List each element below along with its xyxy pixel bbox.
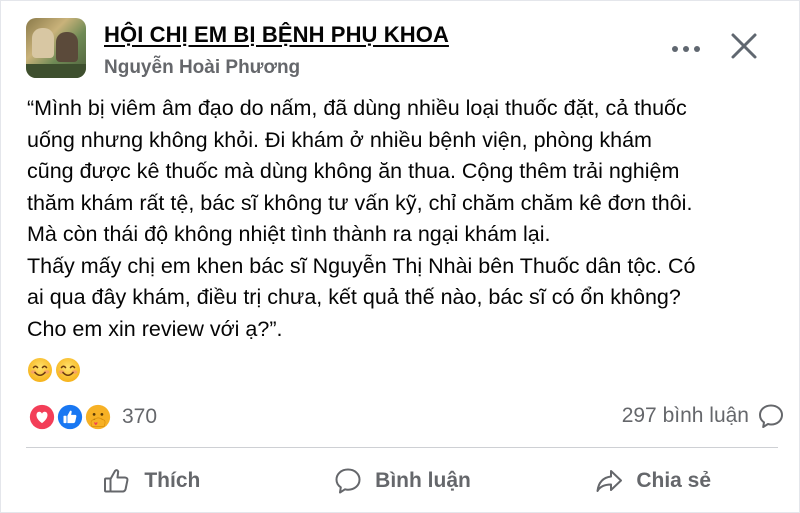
group-name-link[interactable]: HỘI CHỊ EM BỊ BỆNH PHỤ KHOA (104, 22, 449, 48)
comment-count-link[interactable]: 297 bình luận (622, 402, 785, 430)
post-text-line: uống nhưng không khỏi. Đi khám ở nhiều b… (27, 127, 652, 152)
thumbs-up-icon (104, 469, 129, 493)
author-name-link[interactable]: Nguyễn Hoài Phương (104, 57, 300, 79)
like-button[interactable]: Thích (26, 453, 277, 509)
comment-icon (335, 468, 361, 494)
like-reaction-icon (55, 402, 85, 432)
action-bar: Thích Bình luận Chia sẻ (26, 453, 778, 509)
post-text-line: cũng được kê thuốc mà dùng không ăn thua… (27, 159, 680, 183)
love-reaction-icon (27, 402, 57, 432)
close-button[interactable] (727, 29, 761, 63)
reactions-summary[interactable]: 370 (27, 401, 157, 433)
post-text-line: thăm khám rất tệ, bác sĩ không tư vấn kỹ… (27, 190, 693, 215)
care-reaction-icon (83, 402, 113, 432)
post-text-line: ai qua đây khám, điều trị chưa, kết quả … (27, 285, 681, 309)
comment-bubble-icon (759, 404, 783, 428)
post-text: “Mình bị viêm âm đạo do nấm, đã dùng nhi… (27, 93, 787, 345)
share-button[interactable]: Chia sẻ (527, 453, 778, 509)
share-arrow-icon (596, 470, 623, 492)
comment-count-label: 297 bình luận (621, 404, 749, 427)
divider (26, 447, 778, 448)
share-label: Chia sẻ (636, 469, 712, 492)
emoji-row (27, 357, 81, 383)
close-icon (731, 33, 757, 59)
more-options-button[interactable] (663, 35, 709, 63)
comment-label: Bình luận (375, 469, 471, 492)
comment-button[interactable]: Bình luận (277, 453, 528, 509)
post-text-line: Mà còn thái độ không nhiệt tình thành ra… (27, 222, 551, 246)
post-card: HỘI CHỊ EM BỊ BỆNH PHỤ KHOA Nguyễn Hoài … (0, 0, 800, 513)
like-label: Thích (144, 469, 201, 492)
post-text-line: Thấy mấy chị em khen bác sĩ Nguyễn Thị N… (27, 253, 696, 278)
post-text-line: “Mình bị viêm âm đạo do nấm, đã dùng nhi… (27, 96, 687, 120)
more-dots-icon (672, 46, 678, 52)
post-text-line: Cho em xin review với ạ?”. (27, 316, 283, 341)
smiling-face-emoji-icon (56, 358, 80, 382)
group-avatar[interactable] (26, 18, 86, 78)
smiling-face-emoji-icon (28, 358, 52, 382)
reaction-count: 370 (122, 405, 158, 428)
